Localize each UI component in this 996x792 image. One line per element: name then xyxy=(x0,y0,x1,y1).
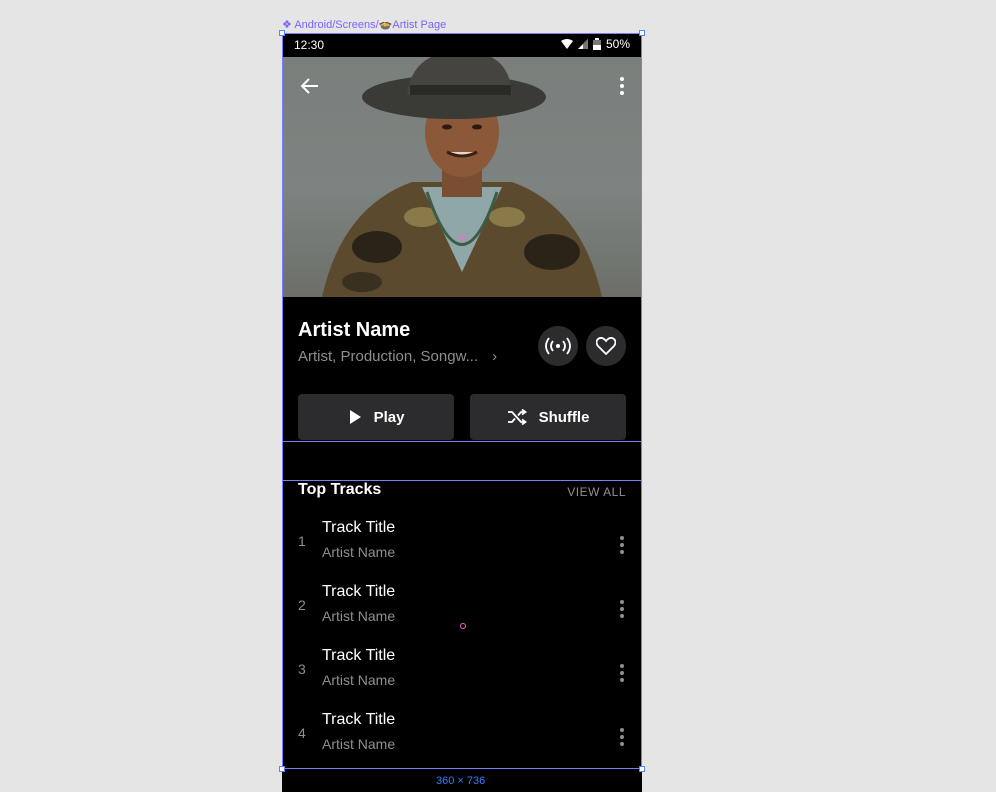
frame-size-label: 360 × 736 xyxy=(436,775,486,787)
track-number: 3 xyxy=(298,661,306,677)
more-vertical-icon[interactable] xyxy=(614,725,630,749)
track-title: Track Title xyxy=(322,647,396,664)
track-artist: Artist Name xyxy=(322,608,396,624)
track-title: Track Title xyxy=(322,519,396,536)
frame-path-label: ❖ Android/Screens/🍲Artist Page xyxy=(282,18,446,31)
track-number: 2 xyxy=(298,597,306,613)
pivot-marker xyxy=(460,235,466,241)
artist-name: Artist Name xyxy=(298,319,411,341)
favorite-button[interactable] xyxy=(586,326,626,366)
resize-handle-bottom-right[interactable] xyxy=(639,766,645,772)
pivot-marker xyxy=(460,623,466,629)
track-number: 4 xyxy=(298,725,306,741)
status-bar: 12:30 50% xyxy=(282,33,642,57)
top-tracks-title: Top Tracks xyxy=(298,481,382,498)
battery-percent: 50% xyxy=(605,37,630,51)
status-time: 12:30 xyxy=(294,38,325,52)
more-vertical-icon[interactable] xyxy=(614,533,630,557)
artist-radio-button[interactable] xyxy=(538,326,578,366)
status-icons: 50% xyxy=(560,37,630,51)
artist-photo xyxy=(322,57,602,297)
back-button[interactable] xyxy=(298,74,322,98)
track-artist: Artist Name xyxy=(322,736,396,752)
view-all-link[interactable]: VIEW ALL xyxy=(567,485,626,499)
shuffle-label: Shuffle xyxy=(538,408,590,426)
signal-icon xyxy=(577,39,588,49)
track-row[interactable]: 3 Track Title Artist Name xyxy=(282,641,642,705)
track-artist: Artist Name xyxy=(322,544,396,560)
broadcast-icon xyxy=(545,337,571,355)
resize-handle-top-left[interactable] xyxy=(279,30,285,36)
more-vertical-icon[interactable] xyxy=(614,597,630,621)
play-button[interactable]: Play xyxy=(298,394,454,440)
track-title: Track Title xyxy=(322,711,396,728)
play-icon xyxy=(349,410,361,424)
more-vertical-icon xyxy=(620,77,624,95)
spacer-guide xyxy=(282,441,642,481)
wifi-icon xyxy=(560,39,573,49)
track-row[interactable]: 2 Track Title Artist Name xyxy=(282,577,642,641)
play-label: Play xyxy=(373,408,405,426)
shuffle-icon xyxy=(507,409,527,425)
more-options-button[interactable] xyxy=(610,74,634,98)
arrow-left-icon xyxy=(300,78,318,94)
track-artist: Artist Name xyxy=(322,672,396,688)
track-row[interactable]: 4 Track Title Artist Name xyxy=(282,705,642,769)
frame-path: Android/Screens/🍲Artist Page xyxy=(294,19,447,31)
more-vertical-icon[interactable] xyxy=(614,661,630,685)
track-row[interactable]: 1 Track Title Artist Name xyxy=(282,513,642,577)
artist-hero-image xyxy=(282,57,642,297)
resize-handle-bottom-left[interactable] xyxy=(279,766,285,772)
artist-page-screen: 12:30 50% Artist Name Artist, Production… xyxy=(282,33,642,792)
battery-icon xyxy=(592,38,601,50)
artist-roles: Artist, Production, Songw... xyxy=(298,348,479,365)
resize-handle-top-right[interactable] xyxy=(639,30,645,36)
shuffle-button[interactable]: Shuffle xyxy=(470,394,626,440)
chevron-right-icon: › xyxy=(492,348,498,365)
track-title: Track Title xyxy=(322,583,396,600)
artist-roles-link[interactable]: Artist, Production, Songw... › xyxy=(298,348,497,365)
track-number: 1 xyxy=(298,533,306,549)
heart-icon xyxy=(596,337,616,355)
